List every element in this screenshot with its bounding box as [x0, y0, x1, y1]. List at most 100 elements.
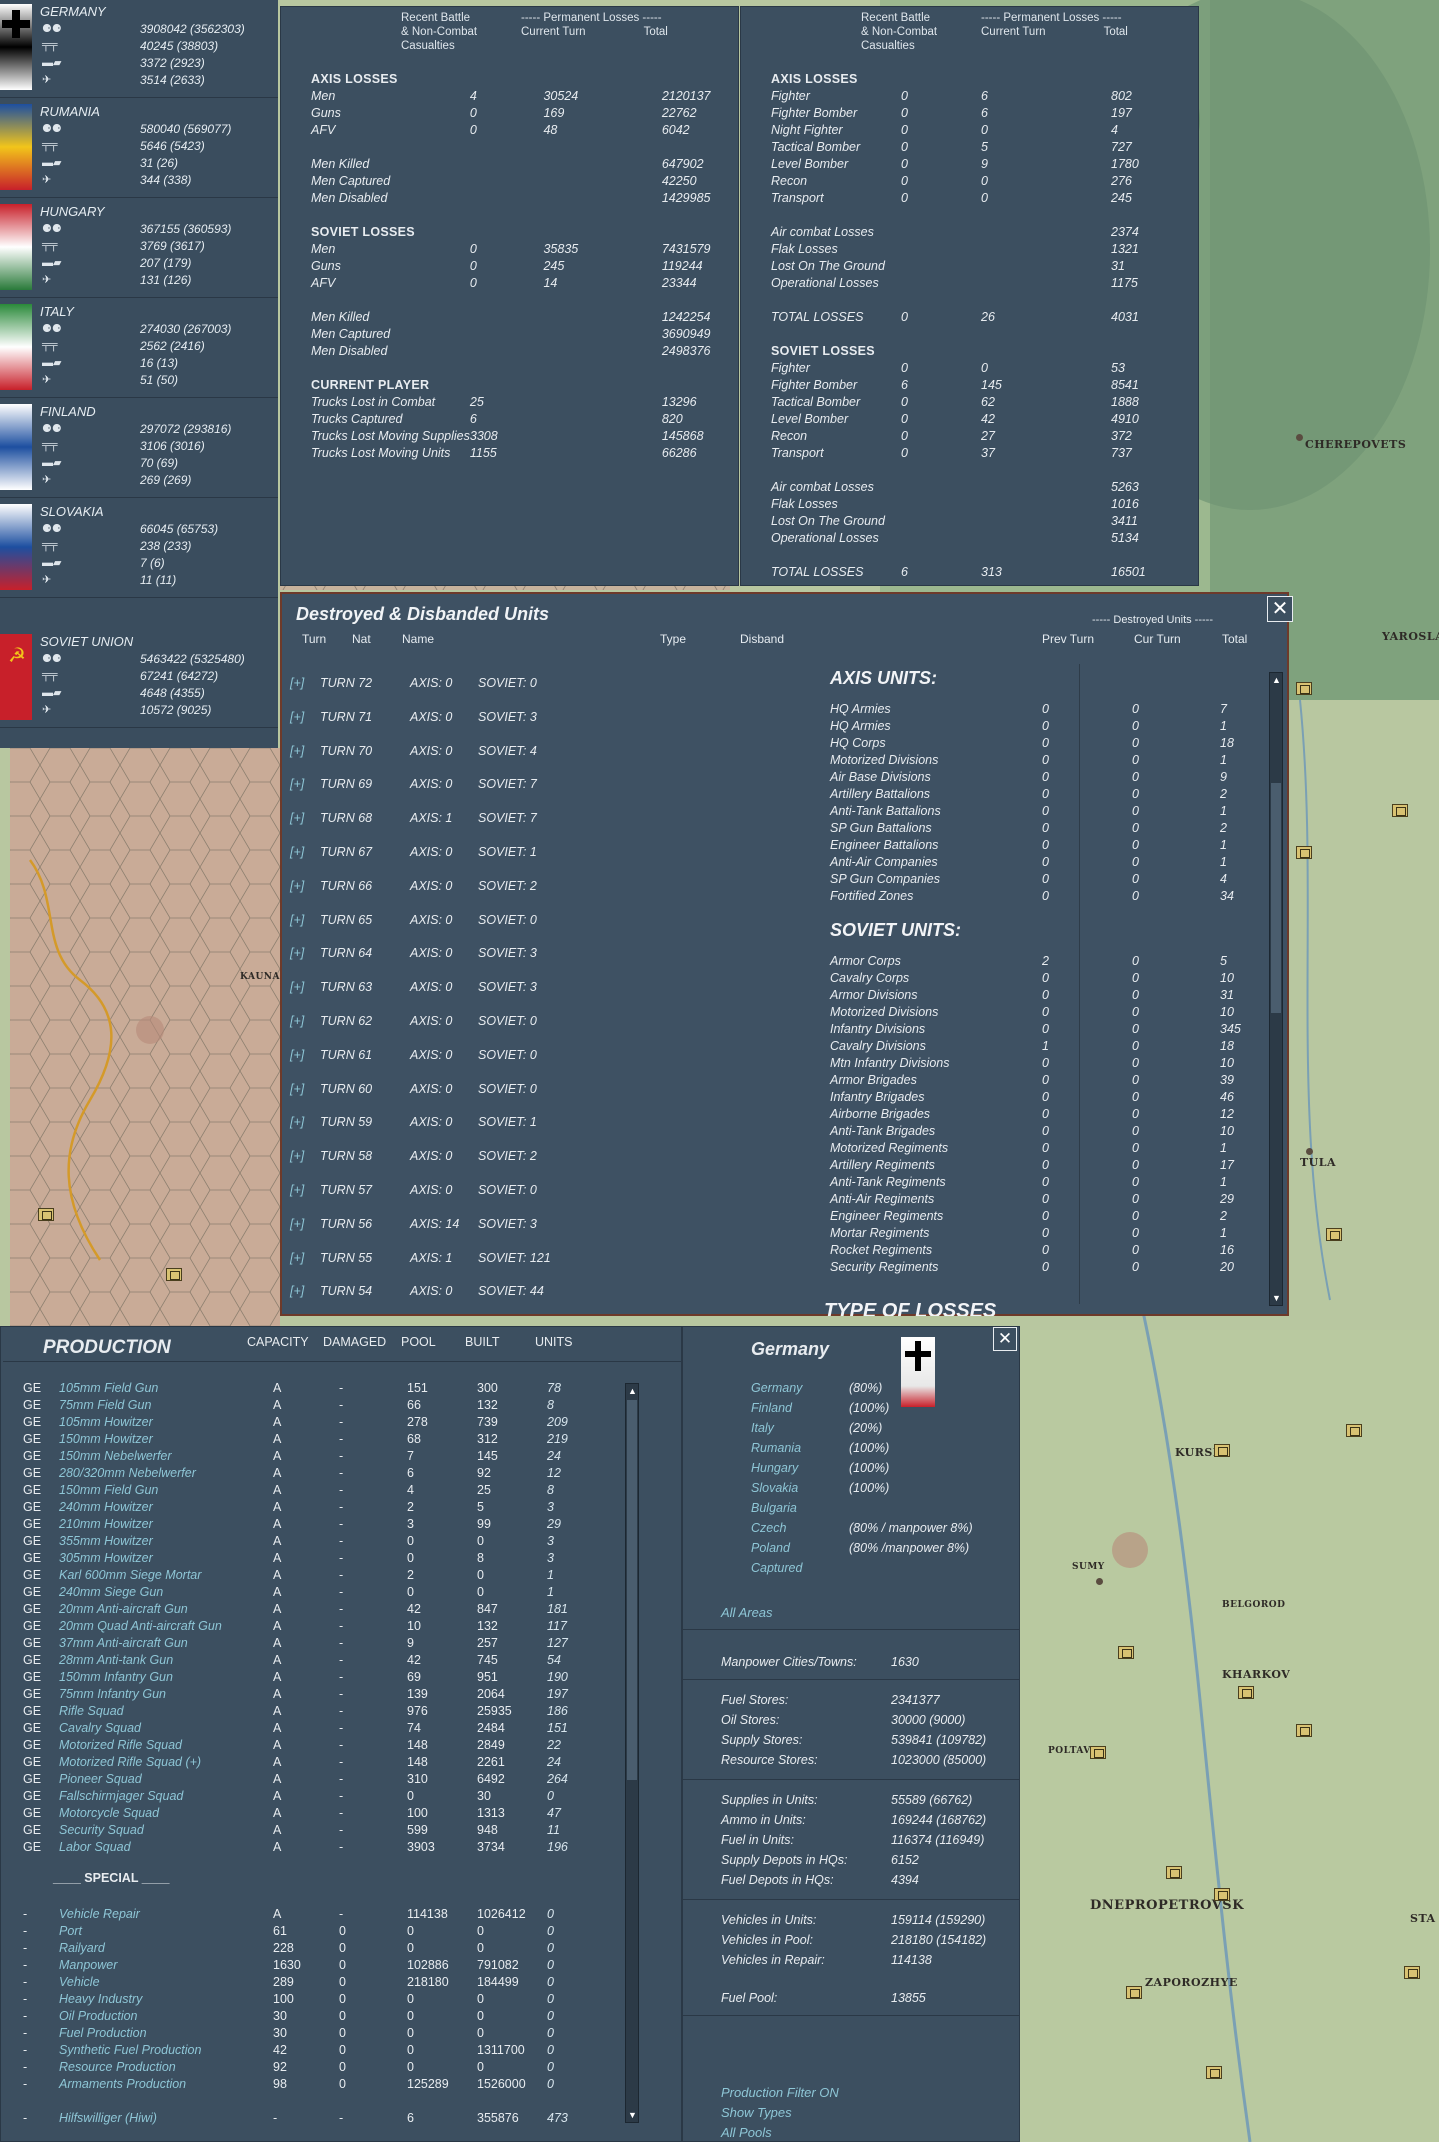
unit-counter[interactable] [1346, 1424, 1362, 1437]
production-row[interactable]: GE 240mm Siege Gun A - 0 0 1 [23, 1585, 623, 1602]
production-row[interactable]: GE Motorized Rifle Squad A - 148 2849 22 [23, 1738, 623, 1755]
item-name[interactable]: 305mm Howitzer [59, 1551, 153, 1565]
scrollbar-thumb[interactable] [1271, 783, 1281, 1013]
item-name[interactable]: 280/320mm Nebelwerfer [59, 1466, 196, 1480]
production-row[interactable]: GE 355mm Howitzer A - 0 0 3 [23, 1534, 623, 1551]
close-button[interactable]: ✕ [993, 1327, 1017, 1351]
col-turn[interactable]: Turn [302, 632, 326, 646]
production-row[interactable]: GE Rifle Squad A - 976 25935 186 [23, 1704, 623, 1721]
item-name[interactable]: Motorized Rifle Squad (+) [59, 1755, 201, 1769]
production-row[interactable]: - Hilfswilliger (Hiwi) - - 6 355876 473 [23, 2111, 623, 2128]
nation-row[interactable]: SLOVAKIA ⚈⚈ ╤╤ ▬▰ ✈ 66045 (65753) 238 (233) 7 (… [0, 500, 278, 598]
item-name[interactable]: Manpower [59, 1958, 117, 1972]
expand-toggle[interactable]: [+] [290, 1014, 304, 1028]
turn-row[interactable]: [+] TURN 57 AXIS: 0 SOVIET: 0 [290, 1183, 830, 1203]
production-row[interactable]: GE Motorcycle Squad A - 100 1313 47 [23, 1806, 623, 1823]
area-row[interactable]: Czech (80% / manpower 8%) [751, 1521, 1011, 1539]
col-nat[interactable]: Nat [352, 632, 371, 646]
expand-toggle[interactable]: [+] [290, 1048, 304, 1062]
expand-toggle[interactable]: [+] [290, 913, 304, 927]
production-row[interactable]: - Synthetic Fuel Production 42 0 0 1311700 0 [23, 2043, 623, 2060]
production-row[interactable]: GE Cavalry Squad A - 74 2484 151 [23, 1721, 623, 1738]
nation-row[interactable]: RUMANIA ⚈⚈ ╤╤ ▬▰ ✈ 580040 (569077) 5646 (5423)… [0, 100, 278, 198]
turn-row[interactable]: [+] TURN 54 AXIS: 0 SOVIET: 44 [290, 1284, 830, 1304]
area-row[interactable]: Germany (80%) [751, 1381, 1011, 1399]
turn-row[interactable]: [+] TURN 58 AXIS: 0 SOVIET: 2 [290, 1149, 830, 1169]
item-name[interactable]: 75mm Field Gun [59, 1398, 151, 1412]
area-row[interactable]: Poland (80% /manpower 8%) [751, 1541, 1011, 1559]
item-name[interactable]: 20mm Quad Anti-aircraft Gun [59, 1619, 222, 1633]
production-row[interactable]: GE 305mm Howitzer A - 0 8 3 [23, 1551, 623, 1568]
production-row[interactable]: - Heavy Industry 100 0 0 0 0 [23, 1992, 623, 2009]
expand-toggle[interactable]: [+] [290, 676, 304, 690]
expand-toggle[interactable]: [+] [290, 1284, 304, 1298]
area-row[interactable]: Hungary (100%) [751, 1461, 1011, 1479]
item-name[interactable]: Vehicle [59, 1975, 100, 1989]
turn-row[interactable]: [+] TURN 59 AXIS: 0 SOVIET: 1 [290, 1115, 830, 1135]
expand-toggle[interactable]: [+] [290, 879, 304, 893]
production-row[interactable]: - Oil Production 30 0 0 0 0 [23, 2009, 623, 2026]
production-row[interactable]: - Railyard 228 0 0 0 0 [23, 1941, 623, 1958]
item-name[interactable]: Railyard [59, 1941, 105, 1955]
item-name[interactable]: Fallschirmjager Squad [59, 1789, 183, 1803]
col-pool[interactable]: POOL [401, 1335, 436, 1349]
expand-toggle[interactable]: [+] [290, 845, 304, 859]
production-row[interactable]: GE Motorized Rifle Squad (+) A - 148 2261 24 [23, 1755, 623, 1772]
item-name[interactable]: Karl 600mm Siege Mortar [59, 1568, 201, 1582]
unit-counter[interactable] [1296, 846, 1312, 859]
production-row[interactable]: GE 105mm Field Gun A - 151 300 78 [23, 1381, 623, 1398]
item-name[interactable]: 105mm Howitzer [59, 1415, 153, 1429]
unit-counter[interactable] [166, 1268, 182, 1281]
turn-row[interactable]: [+] TURN 67 AXIS: 0 SOVIET: 1 [290, 845, 830, 865]
expand-toggle[interactable]: [+] [290, 777, 304, 791]
expand-toggle[interactable]: [+] [290, 980, 304, 994]
item-name[interactable]: Cavalry Squad [59, 1721, 141, 1735]
item-name[interactable]: 150mm Infantry Gun [59, 1670, 173, 1684]
production-row[interactable]: - Vehicle 289 0 218180 184499 0 [23, 1975, 623, 1992]
expand-toggle[interactable]: [+] [290, 1149, 304, 1163]
production-row[interactable]: - Fuel Production 30 0 0 0 0 [23, 2026, 623, 2043]
area-row[interactable]: Rumania (100%) [751, 1441, 1011, 1459]
unit-counter[interactable] [1296, 682, 1312, 695]
item-name[interactable]: Heavy Industry [59, 1992, 142, 2006]
nation-row[interactable]: FINLAND ⚈⚈ ╤╤ ▬▰ ✈ 297072 (293816) 3106 (3016)… [0, 400, 278, 498]
turn-row[interactable]: [+] TURN 72 AXIS: 0 SOVIET: 0 [290, 676, 830, 696]
production-row[interactable]: GE 240mm Howitzer A - 2 5 3 [23, 1500, 623, 1517]
production-row[interactable]: GE 75mm Infantry Gun A - 139 2064 197 [23, 1687, 623, 1704]
item-name[interactable]: Vehicle Repair [59, 1907, 140, 1921]
col-name[interactable]: Name [402, 632, 434, 646]
item-name[interactable]: Synthetic Fuel Production [59, 2043, 201, 2057]
production-row[interactable]: - Port 61 0 0 0 0 [23, 1924, 623, 1941]
expand-toggle[interactable]: [+] [290, 1251, 304, 1265]
production-row[interactable]: - Resource Production 92 0 0 0 0 [23, 2060, 623, 2077]
production-row[interactable]: GE 280/320mm Nebelwerfer A - 6 92 12 [23, 1466, 623, 1483]
area-name[interactable]: Czech [751, 1521, 786, 1535]
expand-toggle[interactable]: [+] [290, 1183, 304, 1197]
turn-row[interactable]: [+] TURN 61 AXIS: 0 SOVIET: 0 [290, 1048, 830, 1068]
unit-counter[interactable] [1238, 1686, 1254, 1699]
turn-row[interactable]: [+] TURN 62 AXIS: 0 SOVIET: 0 [290, 1014, 830, 1034]
area-name[interactable]: Finland [751, 1401, 792, 1415]
unit-counter[interactable] [1206, 2066, 1222, 2079]
item-name[interactable]: 240mm Siege Gun [59, 1585, 163, 1599]
production-row[interactable]: - Vehicle Repair A - 114138 1026412 0 [23, 1907, 623, 1924]
unit-counter[interactable] [1404, 1966, 1420, 1979]
scrollbar-thumb[interactable] [627, 1400, 637, 1780]
area-name[interactable]: Slovakia [751, 1481, 798, 1495]
filter-link[interactable]: All Pools [721, 2125, 772, 2140]
col-units[interactable]: UNITS [535, 1335, 573, 1349]
expand-toggle[interactable]: [+] [290, 1082, 304, 1096]
turn-row[interactable]: [+] TURN 65 AXIS: 0 SOVIET: 0 [290, 913, 830, 933]
unit-counter[interactable] [38, 1208, 54, 1221]
unit-counter[interactable] [1090, 1746, 1106, 1759]
unit-counter[interactable] [1118, 1646, 1134, 1659]
unit-counter[interactable] [1296, 1724, 1312, 1737]
col-capacity[interactable]: CAPACITY [247, 1335, 309, 1349]
all-areas-link[interactable]: All Areas [721, 1605, 773, 1620]
item-name[interactable]: Motorized Rifle Squad [59, 1738, 182, 1752]
production-row[interactable]: - Armaments Production 98 0 125289 1526000 0 [23, 2077, 623, 2094]
nation-row[interactable]: GERMANY ⚈⚈ ╤╤ ▬▰ ✈ 3908042 (3562303) 40245 (38… [0, 0, 278, 98]
expand-toggle[interactable]: [+] [290, 710, 304, 724]
filter-link[interactable]: Production Filter ON [721, 2085, 839, 2100]
production-row[interactable]: GE 105mm Howitzer A - 278 739 209 [23, 1415, 623, 1432]
